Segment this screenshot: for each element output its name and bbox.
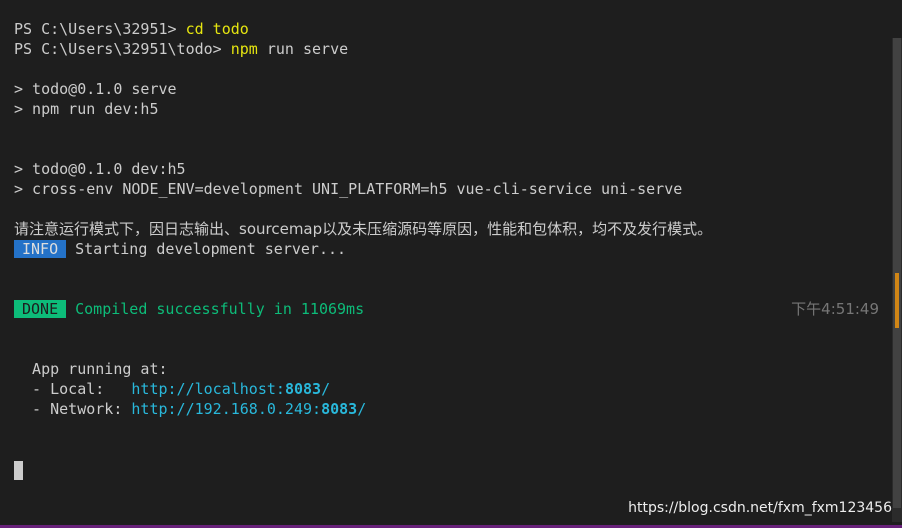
compile-timestamp: 下午4:51:49 xyxy=(791,300,879,318)
command-text: cd todo xyxy=(185,20,249,38)
info-text: Starting development server... xyxy=(75,240,347,258)
url-port: 8083 xyxy=(321,400,358,418)
url-prefix: http://localhost: xyxy=(131,380,285,398)
command-args: run serve xyxy=(257,40,349,58)
terminal-line-app-running: App running at: xyxy=(14,360,168,378)
scrollbar-position-marker xyxy=(895,273,899,328)
info-badge: INFO xyxy=(14,240,67,258)
url-suffix: / xyxy=(357,400,367,418)
local-label: - Local: xyxy=(14,380,132,398)
terminal-line-npm-run: > npm run dev:h5 xyxy=(14,100,159,118)
prompt-text: PS C:\Users\32951\todo> xyxy=(14,40,231,58)
terminal-cursor xyxy=(14,461,23,480)
done-text: Compiled successfully in 11069ms xyxy=(75,300,365,318)
watermark-text: https://blog.csdn.net/fxm_fxm123456 xyxy=(628,500,892,516)
terminal-line-prompt-1: PS C:\Users\32951> cd todo xyxy=(14,19,249,39)
terminal-line-notice: 请注意运行模式下，因日志输出、sourcemap以及未压缩源码等原因，性能和包体… xyxy=(14,220,713,238)
url-port: 8083 xyxy=(284,380,322,398)
terminal-line-done: DONE Compiled successfully in 11069ms xyxy=(14,299,364,319)
terminal-line-prompt-2: PS C:\Users\32951\todo> npm run serve xyxy=(14,39,348,59)
terminal-line-network-url: - Network: http://192.168.0.249:8083/ xyxy=(14,399,366,419)
terminal-line-cross-env: > cross-env NODE_ENV=development UNI_PLA… xyxy=(14,180,683,198)
network-url-link[interactable]: http://192.168.0.249:8083/ xyxy=(131,400,366,418)
local-url-link[interactable]: http://localhost:8083/ xyxy=(131,380,330,398)
url-prefix: http://192.168.0.249: xyxy=(131,400,322,418)
command-text: npm xyxy=(230,40,258,58)
terminal-line-script-dev: > todo@0.1.0 dev:h5 xyxy=(14,160,186,178)
network-label: - Network: xyxy=(14,400,132,418)
terminal-output[interactable]: PS C:\Users\32951> cd todo PS C:\Users\3… xyxy=(14,19,884,499)
terminal-line-script-serve: > todo@0.1.0 serve xyxy=(14,80,177,98)
prompt-text: PS C:\Users\32951> xyxy=(14,20,186,38)
terminal-scrollbar[interactable] xyxy=(892,38,902,522)
done-badge: DONE xyxy=(14,300,67,318)
terminal-line-info: INFO Starting development server... xyxy=(14,239,346,259)
url-suffix: / xyxy=(321,380,331,398)
terminal-line-local-url: - Local: http://localhost:8083/ xyxy=(14,379,330,399)
